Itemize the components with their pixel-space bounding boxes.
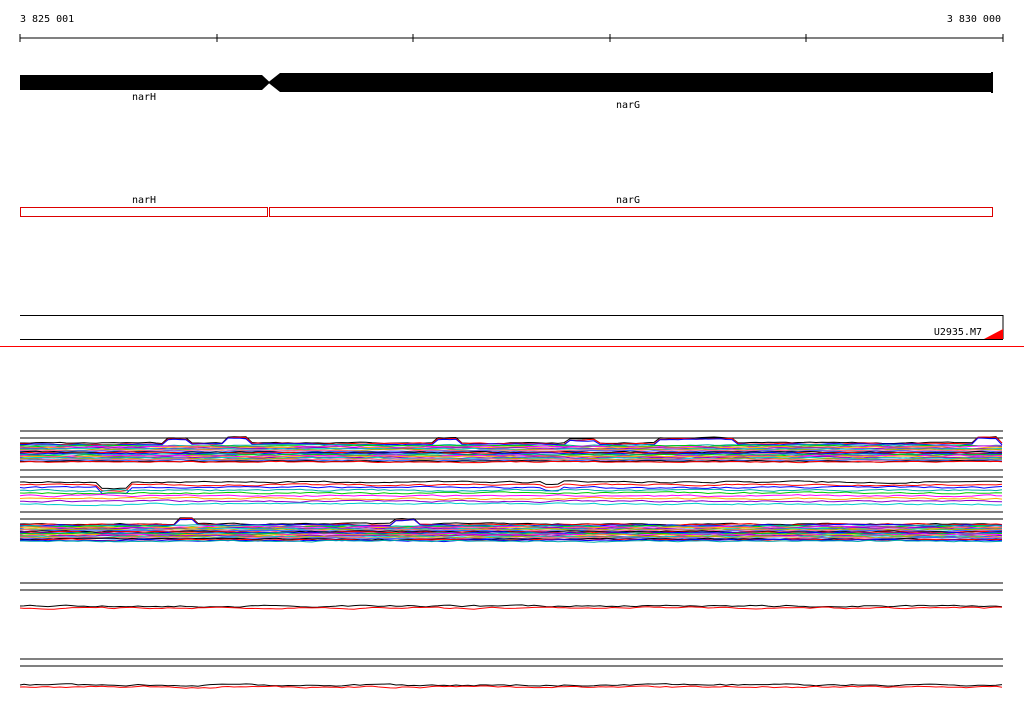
coverage-panel-4 <box>19 582 1003 610</box>
coverage-panel-5 <box>19 658 1003 689</box>
gene-narH-arrow[interactable] <box>20 75 270 90</box>
gene-track[interactable] <box>20 72 993 93</box>
sample-track <box>20 315 1004 340</box>
coverage-panel-3 <box>19 511 1003 543</box>
sample-track-corner-marker <box>984 329 1003 339</box>
coverage-panel-1 <box>19 430 1003 464</box>
gene-narG-arrow[interactable] <box>268 73 992 92</box>
genome-browser-canvas[interactable] <box>0 0 1024 714</box>
coverage-panel-2 <box>19 469 1003 507</box>
feature-narH-box[interactable] <box>20 207 268 217</box>
position-ruler <box>19 34 1004 42</box>
feature-track[interactable] <box>20 207 993 217</box>
feature-narG-box[interactable] <box>269 207 993 217</box>
